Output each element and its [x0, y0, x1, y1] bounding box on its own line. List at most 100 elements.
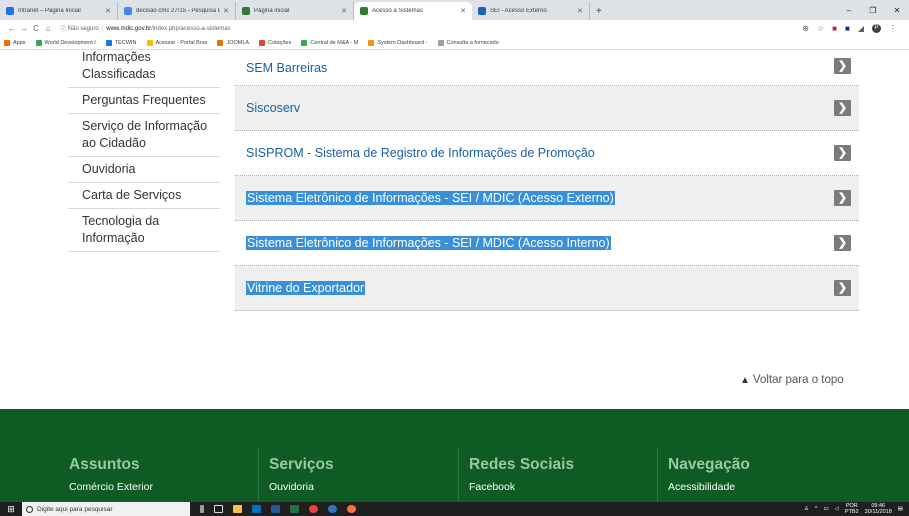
notifications-icon[interactable]: ▤	[898, 506, 903, 512]
system-tray: ♙ ^ ▭ ◁ POR PTB2 09:46 30/11/2018 ▤	[804, 503, 909, 515]
close-icon[interactable]: ✕	[341, 7, 347, 15]
intranet-favicon-icon	[6, 7, 14, 15]
chevron-right-icon[interactable]: ❯	[834, 280, 851, 296]
system-link[interactable]: Sistema Eletrônico de Informações - SEI …	[246, 236, 611, 250]
list-item: Siscoserv ❯	[235, 86, 859, 131]
word-icon[interactable]	[271, 505, 280, 513]
footer-column-redes-sociais: Redes Sociais Facebook	[469, 456, 574, 493]
extension-icon[interactable]: ■	[832, 24, 837, 33]
maximize-icon[interactable]: ❐	[861, 6, 885, 15]
sidebar-item-informacoes-classificadas[interactable]: Informações Classificadas	[68, 51, 220, 88]
bookmark-cotacoes[interactable]: Cotações	[259, 40, 291, 46]
footer-column-navegacao: Navegação Acessibilidade	[668, 456, 750, 493]
footer-link[interactable]: Acessibilidade	[668, 481, 750, 493]
minimize-icon[interactable]: –	[837, 6, 861, 15]
window-controls: – ❐ ✕	[837, 0, 909, 20]
reload-icon[interactable]: C	[30, 24, 42, 33]
volume-icon[interactable]: ◁	[835, 506, 839, 512]
sidebar-menu: Informações Classificadas Perguntas Freq…	[68, 51, 220, 252]
home-icon[interactable]: ⌂	[42, 24, 54, 33]
document-icon	[437, 40, 444, 46]
star-bookmark-icon[interactable]: ☆	[817, 24, 824, 33]
google-favicon-icon	[124, 7, 132, 15]
bookmark-consulta[interactable]: Consulta a fornecedo	[437, 40, 499, 46]
system-link[interactable]: SEM Barreiras	[246, 61, 327, 75]
chevron-right-icon[interactable]: ❯	[834, 100, 851, 116]
back-arrow-icon[interactable]: ←	[6, 24, 18, 33]
chevron-up-icon[interactable]: ^	[815, 506, 818, 512]
microphone-icon[interactable]	[200, 505, 204, 513]
edge-icon[interactable]	[328, 505, 337, 513]
people-icon[interactable]: ♙	[804, 506, 809, 512]
extension-icon[interactable]: ■	[845, 24, 850, 33]
close-icon[interactable]: ✕	[105, 7, 111, 15]
bookmarks-bar: Apps World Development I TECWIN Acessar …	[0, 37, 909, 50]
mdic-favicon-icon	[360, 7, 368, 15]
chrome-icon[interactable]	[309, 505, 318, 513]
chevron-right-icon[interactable]: ❯	[834, 235, 851, 251]
bookmark-system-dashboard[interactable]: System Dashboard -	[368, 40, 428, 46]
bookmark-portal[interactable]: Acessar - Portal Bras	[146, 40, 207, 46]
sidebar-item-perguntas-frequentes[interactable]: Perguntas Frequentes	[68, 88, 220, 114]
list-item: SEM Barreiras ❯	[235, 51, 859, 86]
url-host: www.mdic.gov.br	[106, 25, 152, 32]
chart-icon	[259, 40, 266, 46]
bookmark-apps[interactable]: Apps	[4, 40, 26, 46]
sidebar-item-ouvidoria[interactable]: Ouvidoria	[68, 157, 220, 183]
zoom-icon[interactable]: ⊕	[802, 24, 809, 33]
tab-intranet[interactable]: Intranet – Página Inicial ✕	[0, 2, 118, 20]
close-window-icon[interactable]: ✕	[885, 6, 909, 15]
system-link[interactable]: Sistema Eletrônico de Informações - SEI …	[246, 191, 615, 205]
back-to-top-link[interactable]: ▲ Voltar para o topo	[740, 374, 844, 386]
footer-link[interactable]: Facebook	[469, 481, 574, 493]
footer-link[interactable]: Comércio Exterior	[69, 481, 153, 493]
menu-kebab-icon[interactable]: ⋮	[889, 24, 897, 33]
sidebar-item-carta-de-servicos[interactable]: Carta de Serviços	[68, 183, 220, 209]
system-link[interactable]: SISPROM - Sistema de Registro de Informa…	[246, 146, 595, 160]
chevron-right-icon[interactable]: ❯	[834, 145, 851, 161]
tab-sei-acesso-externo[interactable]: SEI - Acesso Externo ✕	[472, 2, 590, 20]
cortana-icon	[26, 505, 33, 513]
profile-avatar[interactable]: P	[872, 24, 881, 33]
tab-pagina-inicial[interactable]: Página inicial ✕	[236, 2, 354, 20]
url-input[interactable]: ⓘ Não seguro | www.mdic.gov.br /index.ph…	[60, 22, 802, 35]
chevron-right-icon[interactable]: ❯	[834, 57, 851, 74]
file-explorer-icon[interactable]	[233, 505, 242, 513]
forward-arrow-icon[interactable]: →	[18, 24, 30, 33]
new-tab-button[interactable]: +	[596, 2, 602, 20]
taskbar-search-input[interactable]: Digite aqui para pesquisar	[22, 502, 190, 516]
close-icon[interactable]: ✕	[577, 7, 583, 15]
footer-heading: Redes Sociais	[469, 456, 575, 473]
info-icon[interactable]: ⓘ	[60, 24, 68, 33]
list-item: Sistema Eletrônico de Informações - SEI …	[235, 176, 859, 221]
firefox-icon[interactable]	[347, 505, 356, 513]
system-link[interactable]: Siscoserv	[246, 101, 300, 115]
outlook-icon[interactable]	[252, 505, 261, 513]
network-icon[interactable]: ▭	[823, 506, 828, 512]
sidebar-item-tecnologia-da-informacao[interactable]: Tecnologia da Informação	[68, 209, 220, 252]
browser-toolbar: ⊕ ☆ ■ ■ ◢ P ⋮	[802, 24, 903, 33]
systems-list: SEM Barreiras ❯ Siscoserv ❯ SISPROM - Si…	[235, 51, 859, 311]
excel-icon[interactable]	[290, 505, 299, 513]
bookmark-joomla[interactable]: JOOMLA	[217, 40, 249, 46]
windows-start-icon[interactable]: ⊞	[0, 502, 22, 516]
security-label: Não seguro	[67, 25, 99, 32]
footer-heading: Serviços	[269, 456, 334, 473]
close-icon[interactable]: ✕	[223, 7, 229, 15]
bookmark-world-development[interactable]: World Development I	[35, 40, 96, 46]
clock[interactable]: 09:46 30/11/2018	[865, 503, 892, 515]
tab-google-search[interactable]: decisão cmc 27/15 - Pesquisa Go ✕	[118, 2, 236, 20]
sidebar-item-sic[interactable]: Serviço de Informação ao Cidadão	[68, 114, 220, 157]
chevron-right-icon[interactable]: ❯	[834, 190, 851, 206]
extension-icon[interactable]: ◢	[858, 24, 864, 33]
system-link[interactable]: Vitrine do Exportador	[246, 281, 366, 295]
language-indicator[interactable]: POR PTB2	[845, 503, 859, 515]
task-view-icon[interactable]	[214, 505, 223, 513]
bookmark-central-ma[interactable]: Central de M&A - M	[301, 40, 358, 46]
tab-acesso-a-sistemas[interactable]: Acesso a Sistemas ✕	[354, 2, 472, 20]
footer-link[interactable]: Ouvidoria	[269, 481, 334, 493]
bookmark-tecwin[interactable]: TECWIN	[105, 40, 137, 46]
footer-divider	[258, 447, 259, 502]
close-icon[interactable]: ✕	[460, 7, 466, 15]
chevron-up-icon: ▲	[740, 374, 750, 386]
